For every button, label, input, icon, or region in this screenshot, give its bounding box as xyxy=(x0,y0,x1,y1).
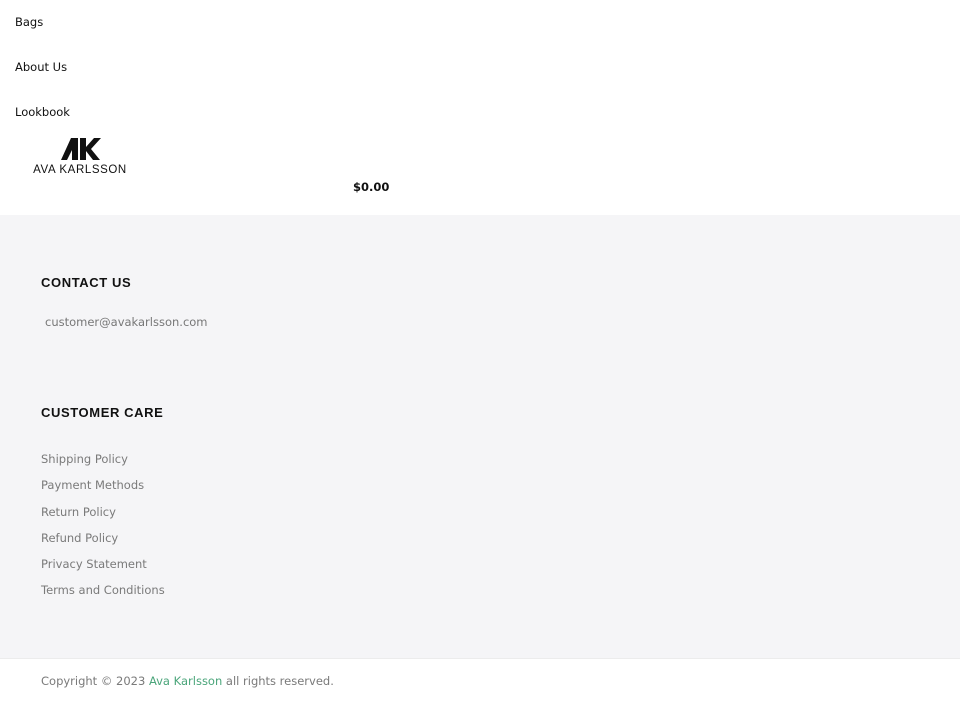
footer-bottom-bar: Copyright © 2023 Ava Karlsson all rights… xyxy=(0,658,960,720)
ak-logo-icon: AVA KARLSSON xyxy=(33,138,127,176)
contact-us-heading: CONTACT US xyxy=(41,275,132,290)
list-item: Payment Methods xyxy=(41,474,165,500)
shipping-policy-link[interactable]: Shipping Policy xyxy=(41,452,128,466)
customer-care-heading: CUSTOMER CARE xyxy=(41,405,164,420)
refund-policy-link[interactable]: Refund Policy xyxy=(41,531,118,545)
nav-item-about-us[interactable]: About Us xyxy=(15,60,67,74)
terms-and-conditions-link[interactable]: Terms and Conditions xyxy=(41,583,165,597)
return-policy-link[interactable]: Return Policy xyxy=(41,505,116,519)
nav-item-bags[interactable]: Bags xyxy=(15,15,43,29)
list-item: Refund Policy xyxy=(41,527,165,553)
cart-total[interactable]: $0.00 xyxy=(353,180,389,194)
customer-care-list: Shipping Policy Payment Methods Return P… xyxy=(41,448,165,606)
contact-email-link[interactable]: customer@avakarlsson.com xyxy=(45,315,208,329)
list-item: Privacy Statement xyxy=(41,553,165,579)
brand-logo[interactable]: AVA KARLSSON xyxy=(30,136,130,178)
nav-item-lookbook[interactable]: Lookbook xyxy=(15,105,70,119)
brand-link[interactable]: Ava Karlsson xyxy=(149,674,222,688)
list-item: Return Policy xyxy=(41,501,165,527)
list-item: Shipping Policy xyxy=(41,448,165,474)
payment-methods-link[interactable]: Payment Methods xyxy=(41,478,144,492)
copyright-prefix: Copyright © 2023 xyxy=(41,674,146,688)
copyright-suffix: all rights reserved. xyxy=(225,674,334,688)
footer-main: CONTACT US customer@avakarlsson.com CUST… xyxy=(0,215,960,658)
logo-wordmark: AVA KARLSSON xyxy=(33,164,127,176)
privacy-statement-link[interactable]: Privacy Statement xyxy=(41,557,147,571)
list-item: Terms and Conditions xyxy=(41,579,165,605)
site-header: Bags About Us Lookbook AVA KARLSSON $0.0… xyxy=(0,0,960,215)
copyright-text: Copyright © 2023 Ava Karlsson all rights… xyxy=(41,674,334,688)
